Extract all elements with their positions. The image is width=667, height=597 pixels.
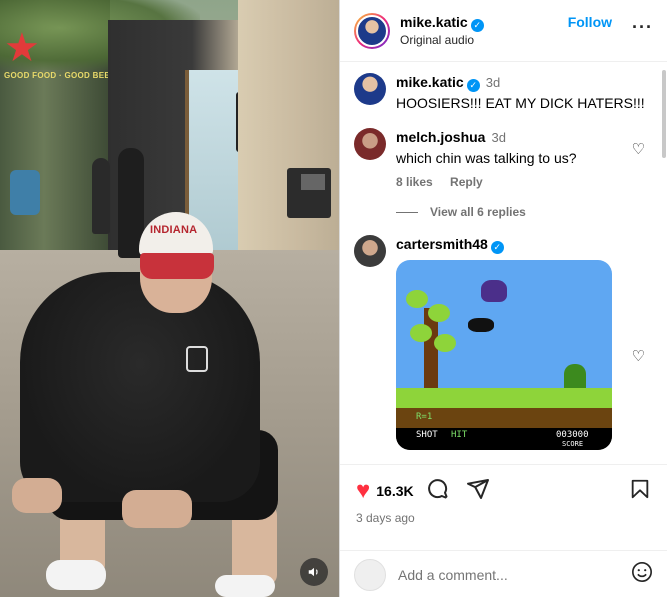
- comment-username[interactable]: cartersmith48: [396, 236, 488, 252]
- comment-meta: 8 likes Reply: [396, 175, 653, 189]
- current-user-avatar[interactable]: [354, 558, 386, 591]
- commenter-avatar[interactable]: [354, 235, 386, 267]
- subject-hand: [122, 490, 192, 528]
- comment-like-heart-icon[interactable]: ♡: [632, 347, 645, 365]
- hat-text: INDIANA: [150, 224, 198, 236]
- author-info: mike.katic ✓ Original audio: [400, 13, 568, 48]
- share-icon[interactable]: [466, 477, 490, 506]
- comment-likes[interactable]: 8 likes: [396, 175, 433, 189]
- verified-icon: ✓: [470, 19, 484, 32]
- subject-jacket: [20, 272, 260, 502]
- post-header: mike.katic ✓ Original audio Follow ···: [340, 0, 667, 62]
- speaker-icon-glyph: [308, 567, 318, 577]
- comments-list[interactable]: mike.katic ✓ 3d HOOSIERS!!! EAT MY DICK HA…: [340, 63, 667, 463]
- reel-video[interactable]: ★ GOOD FOOD · GOOD BEER INDIANA: [0, 0, 339, 597]
- comment-like-heart-icon[interactable]: ♡: [632, 140, 645, 158]
- instagram-post-modal: ★ GOOD FOOD · GOOD BEER INDIANA mike.kat…: [0, 0, 667, 597]
- hat-brim: [140, 253, 214, 279]
- bookmark-icon-glyph: [631, 479, 649, 499]
- emoji-icon[interactable]: [631, 561, 653, 589]
- verified-icon: ✓: [466, 79, 480, 92]
- intercom-box: [287, 168, 331, 218]
- like-heart-icon[interactable]: ♥: [356, 479, 370, 503]
- more-dots-icon[interactable]: ···: [632, 17, 653, 38]
- comments-scrollbar[interactable]: [662, 70, 666, 158]
- gif-score-value: 003000: [556, 430, 589, 440]
- audio-label[interactable]: Original audio: [400, 33, 568, 48]
- add-comment-row: [340, 550, 667, 597]
- replies-divider: [396, 211, 418, 213]
- background-person: [92, 158, 110, 234]
- gif-duck: [481, 280, 507, 302]
- gif-tree-leaf: [428, 304, 450, 322]
- emoji-icon-glyph: [632, 561, 652, 582]
- like-count[interactable]: 16.3K: [376, 483, 413, 499]
- add-comment-input[interactable]: [398, 566, 631, 583]
- gif-tree-leaf: [406, 290, 428, 308]
- gif-shot-label: SHOT: [416, 430, 438, 440]
- post-actions: ♥ 16.3K 3 days ago: [340, 464, 667, 597]
- commenter-avatar[interactable]: [354, 73, 386, 105]
- duck-hunt-gif[interactable]: R=1 SHOT HIT 003000 SCORE: [396, 260, 612, 450]
- gif-score-label: SCORE: [562, 440, 584, 448]
- comment-username[interactable]: melch.joshua: [396, 129, 485, 145]
- post-date[interactable]: 3 days ago: [340, 511, 667, 525]
- gif-tree-leaf: [434, 334, 456, 352]
- star-sign: ★: [4, 26, 40, 70]
- gif-hit-label: HIT: [451, 430, 468, 440]
- speaker-icon[interactable]: [300, 558, 328, 586]
- caption-comment: mike.katic ✓ 3d HOOSIERS!!! EAT MY DICK HA…: [354, 73, 653, 112]
- follow-button[interactable]: Follow: [568, 14, 612, 30]
- comment-body: cartersmith48 ✓ R=1 SHOT HIT 003000 SCOR…: [396, 235, 653, 450]
- view-replies-button[interactable]: View all 6 replies: [396, 205, 653, 219]
- comment-icon[interactable]: [426, 477, 450, 506]
- comment-text: which chin was talking to us?: [396, 150, 577, 166]
- comment-time[interactable]: 3d: [486, 75, 500, 90]
- action-row: ♥ 16.3K: [340, 465, 667, 517]
- gif-tree-leaf: [410, 324, 432, 342]
- commenter-avatar[interactable]: [354, 128, 386, 160]
- post-info-panel: mike.katic ✓ Original audio Follow ··· mi…: [339, 0, 667, 597]
- comment-item: melch.joshua 3d which chin was talking to…: [354, 128, 653, 189]
- gif-duck: [468, 318, 494, 332]
- comment-body: mike.katic ✓ 3d HOOSIERS!!! EAT MY DICK HA…: [396, 73, 653, 112]
- jacket-logo: [186, 346, 208, 372]
- share-icon-glyph: [466, 478, 489, 499]
- subject-shoe: [215, 575, 275, 597]
- comment-time[interactable]: 3d: [491, 130, 505, 145]
- comment-item: cartersmith48 ✓ R=1 SHOT HIT 003000 SCOR…: [354, 235, 653, 450]
- comment-body: melch.joshua 3d which chin was talking to…: [396, 128, 653, 189]
- subject-shoe: [46, 560, 106, 590]
- gif-bush: [564, 364, 586, 390]
- author-avatar[interactable]: [354, 12, 390, 49]
- bookmark-icon[interactable]: [629, 478, 651, 504]
- background-person: [10, 170, 40, 215]
- comment-username[interactable]: mike.katic: [396, 74, 464, 90]
- comment-text: HOOSIERS!!! EAT MY DICK HATERS!!!: [396, 95, 645, 111]
- view-replies-label: View all 6 replies: [430, 205, 526, 219]
- comment-icon-glyph: [427, 478, 448, 498]
- subject-hand: [12, 478, 62, 513]
- storefront-sign-text: GOOD FOOD · GOOD BEER: [4, 71, 117, 80]
- reply-button[interactable]: Reply: [450, 175, 483, 189]
- author-username[interactable]: mike.katic: [400, 14, 468, 30]
- verified-icon: ✓: [490, 241, 504, 254]
- avatar-image: [356, 14, 388, 47]
- gif-round-label: R=1: [416, 412, 433, 422]
